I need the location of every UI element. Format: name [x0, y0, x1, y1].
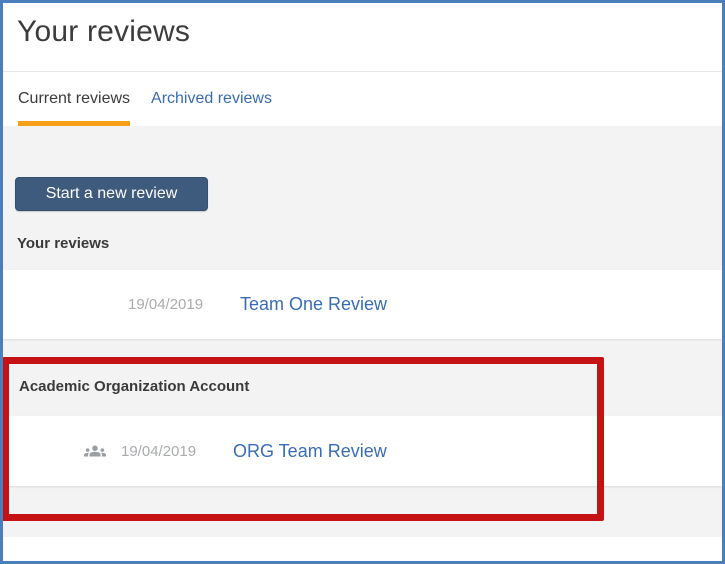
tab-archived-reviews[interactable]: Archived reviews — [151, 72, 272, 126]
tab-bar: Current reviews Archived reviews — [3, 72, 722, 126]
review-link-org-team[interactable]: ORG Team Review — [233, 441, 387, 462]
start-new-review-button[interactable]: Start a new review — [15, 177, 208, 211]
app-window: Your reviews Current reviews Archived re… — [0, 0, 725, 564]
page-title: Your reviews — [17, 15, 191, 48]
section-heading-academic-org: Academic Organization Account — [19, 378, 250, 395]
review-date: 19/04/2019 — [121, 442, 197, 460]
section-heading-your-reviews: Your reviews — [17, 235, 110, 252]
tab-current-reviews[interactable]: Current reviews — [18, 72, 131, 126]
review-row-org-team: 19/04/2019 ORG Team Review — [3, 416, 722, 486]
review-row-team-one: 19/04/2019 Team One Review — [3, 270, 722, 339]
group-icon — [83, 439, 107, 463]
content-area: Start a new review Your reviews 19/04/20… — [3, 126, 722, 537]
page-header: Your reviews — [3, 3, 722, 72]
review-link-team-one[interactable]: Team One Review — [240, 294, 387, 315]
review-date: 19/04/2019 — [128, 296, 204, 313]
